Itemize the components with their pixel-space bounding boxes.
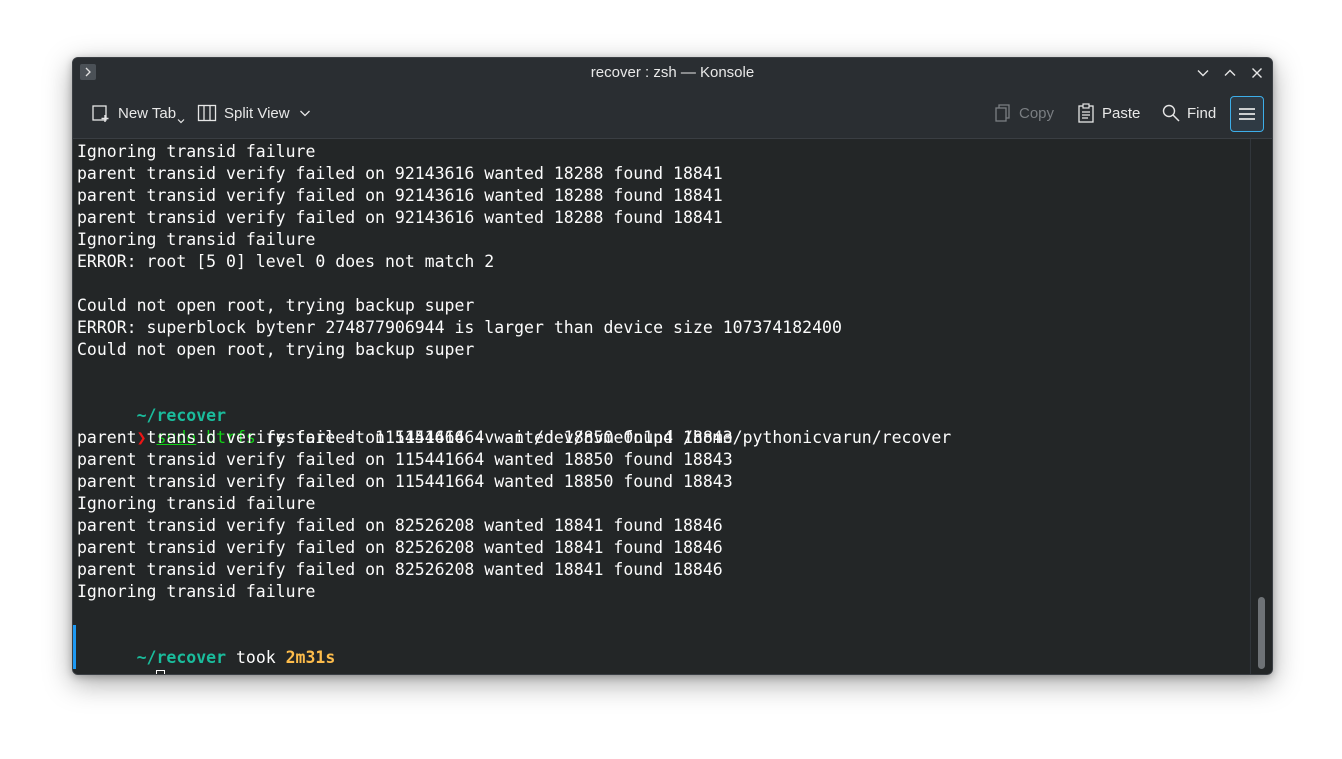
terminal-line: Ignoring transid failure — [77, 142, 316, 161]
split-view-icon — [197, 104, 217, 122]
terminal-line: parent transid verify failed on 11544166… — [77, 472, 733, 491]
active-prompt-line[interactable]: ❯ — [77, 647, 166, 674]
prompt-directory-line: ~/recover took 2m31s — [77, 625, 336, 667]
new-tab-icon — [92, 105, 109, 122]
toolbar: New Tab Split View Copy Paste Find — [73, 88, 1272, 139]
close-button[interactable] — [1247, 63, 1267, 83]
current-prompt-marker — [73, 625, 76, 669]
terminal-line: parent transid verify failed on 82526208… — [77, 516, 723, 535]
terminal-line: parent transid verify failed on 11544166… — [77, 428, 733, 447]
title-bar[interactable]: recover : zsh — Konsole — [73, 58, 1272, 88]
find-label: Find — [1187, 104, 1217, 122]
find-button[interactable]: Find — [1162, 97, 1216, 129]
copy-button[interactable]: Copy — [994, 97, 1054, 129]
split-view-button[interactable]: Split View — [197, 97, 311, 129]
command-line: ❯ sudo btrfs restore -t 115441664 -v -i … — [77, 405, 952, 447]
hamburger-menu-icon — [1239, 108, 1255, 120]
terminal-view[interactable]: Ignoring transid failure parent transid … — [73, 139, 1249, 674]
copy-label: Copy — [1019, 104, 1055, 122]
chevron-down-icon — [177, 119, 185, 124]
terminal-line: Could not open root, trying backup super — [77, 296, 475, 315]
terminal-line: parent transid verify failed on 92143616… — [77, 164, 723, 183]
text-cursor — [156, 670, 166, 674]
window-title: recover : zsh — Konsole — [590, 64, 755, 81]
terminal-line: parent transid verify failed on 92143616… — [77, 208, 723, 227]
konsole-window: recover : zsh — Konsole New Tab Split Vi… — [72, 57, 1273, 675]
new-tab-label: New Tab — [118, 104, 177, 122]
command-duration: 2m31s — [285, 648, 336, 667]
prompt-directory-line: ~/recover — [77, 383, 226, 425]
paste-label: Paste — [1102, 104, 1141, 122]
split-view-label: Split View — [224, 104, 290, 122]
hamburger-menu-button[interactable] — [1230, 96, 1264, 132]
vertical-scrollbar[interactable] — [1250, 139, 1272, 674]
terminal-line: parent transid verify failed on 82526208… — [77, 560, 723, 579]
scrollbar-thumb[interactable] — [1258, 597, 1265, 669]
minimize-button[interactable] — [1193, 63, 1213, 83]
copy-icon — [995, 104, 1010, 122]
new-tab-button[interactable]: New Tab — [91, 97, 185, 129]
terminal-line: Could not open root, trying backup super — [77, 340, 475, 359]
chevron-down-icon — [1197, 70, 1209, 77]
prompt-took-label: took — [226, 648, 286, 667]
search-icon — [1162, 104, 1180, 122]
prompt-arrow: ❯ — [137, 670, 147, 674]
chevron-up-icon — [1224, 69, 1236, 76]
terminal-line: ERROR: superblock bytenr 274877906944 is… — [77, 318, 842, 337]
terminal-line: Ignoring transid failure — [77, 582, 316, 601]
chevron-down-icon — [299, 110, 310, 117]
paste-icon — [1078, 103, 1094, 123]
paste-button[interactable]: Paste — [1077, 97, 1140, 129]
terminal-line: parent transid verify failed on 82526208… — [77, 538, 723, 557]
terminal-line: ERROR: root [5 0] level 0 does not match… — [77, 252, 495, 271]
terminal-line: Ignoring transid failure — [77, 494, 316, 513]
maximize-button[interactable] — [1220, 63, 1240, 83]
terminal-line: parent transid verify failed on 92143616… — [77, 186, 723, 205]
terminal-line: Ignoring transid failure — [77, 230, 316, 249]
terminal-line: parent transid verify failed on 11544166… — [77, 450, 733, 469]
close-icon — [1252, 68, 1262, 78]
